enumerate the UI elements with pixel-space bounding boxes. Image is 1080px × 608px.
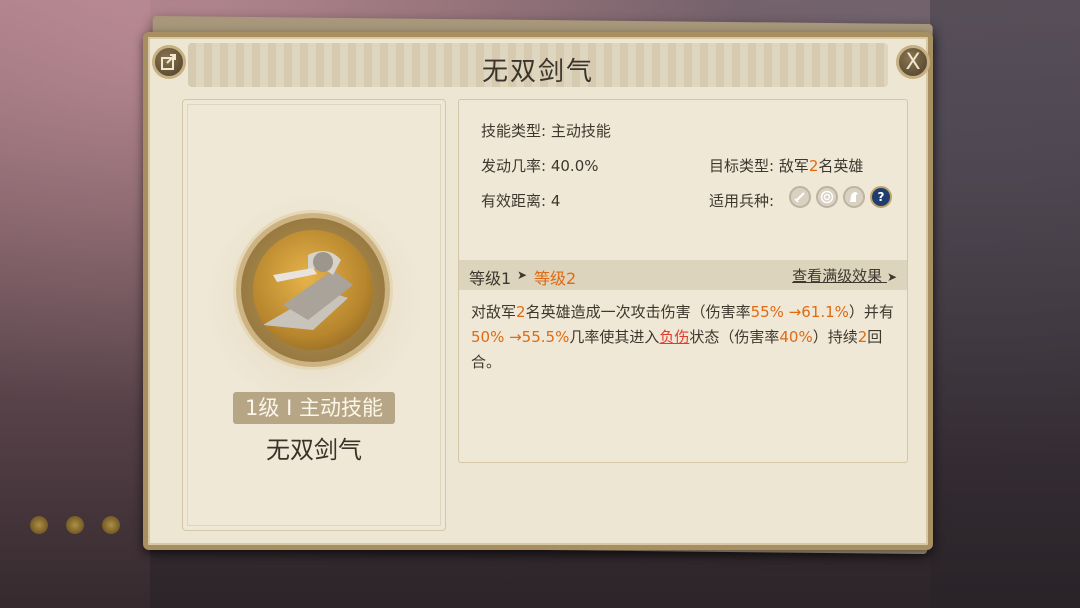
desc-text: 名英雄造成一次攻击伤害（伤害率 [525,303,751,321]
troop-type-label: 适用兵种: [709,192,775,210]
level-current: 等级1 [469,269,512,288]
archery-target-icon[interactable] [816,186,838,208]
trigger-rate-value: 40.0% [550,157,599,175]
target-type-label: 目标类型: [709,157,775,175]
desc-text: ）并有 [848,303,894,321]
skill-info-panel: 技能类型: 主动技能 发动几率: 40.0% 目标类型: 敌军2名英雄 有效距离… [458,99,908,463]
share-button[interactable] [152,45,186,79]
skill-type-value: 主动技能 [550,122,611,140]
share-icon [161,54,176,70]
question-icon[interactable]: ? [870,186,892,208]
debuff-link[interactable]: 负伤 [659,328,689,346]
level-bar: 等级1 ➤ 等级2 查看满级效果 ➤ [459,260,907,290]
skill-card: 1级 I 主动技能 无双剑气 [182,99,446,531]
desc-text: 对敌军 [471,303,517,321]
star-icon [102,516,120,534]
sword-slash-skill-icon [253,230,373,350]
desc-damage-rate: 55% →61.1% [750,303,849,321]
desc-text: 状态（伤害率 [689,328,780,346]
desc-text: ）持续 [812,328,858,346]
chevron-right-icon: ➤ [517,268,528,282]
desc-text: 几率使其进入 [569,328,660,346]
range-value: 4 [550,192,561,210]
chevron-right-icon: ➤ [886,270,897,284]
range-row: 有效距离: 4 [481,190,560,211]
skill-level-badge: 1级 I 主动技能 [233,392,395,424]
target-type-suffix: 名英雄 [818,157,864,175]
star-icon [30,516,48,534]
skill-type-row: 技能类型: 主动技能 [481,120,611,141]
skill-type-label: 技能类型: [481,122,547,140]
view-max-label: 查看满级效果 [792,267,883,285]
target-type-row: 目标类型: 敌军2名英雄 [709,155,863,176]
desc-target-count: 2 [516,303,526,321]
skill-description: 对敌军2名英雄造成一次攻击伤害（伤害率55% →61.1%）并有50% →55.… [471,300,896,375]
skill-dialog: 无双剑气 X 1级 I 主动技能 无双剑气 技能类型: 主动技能 发动几率: 4… [143,32,933,550]
background-right [930,0,1080,608]
troop-type-icons: ? [789,186,892,208]
desc-chance: 50% →55.5% [471,328,570,346]
target-count: 2 [808,157,819,175]
desc-debuff-rate: 40% [779,328,813,346]
view-max-level-link[interactable]: 查看满级效果 ➤ [792,265,897,286]
sword-icon[interactable] [789,186,811,208]
title-bar: 无双剑气 [188,43,888,87]
dialog-title: 无双剑气 [481,57,594,87]
close-button[interactable]: X [896,45,930,79]
range-label: 有效距离: [481,192,547,210]
trigger-rate-row: 发动几率: 40.0% [481,155,599,176]
horse-icon[interactable] [843,186,865,208]
target-type-prefix: 敌军 [778,157,809,175]
close-icon: X [905,49,921,75]
skill-name: 无双剑气 [266,436,362,464]
desc-turns: 2 [857,328,868,346]
trigger-rate-label: 发动几率: [481,157,547,175]
level-next: 等级2 [534,269,577,288]
skill-icon-frame [241,218,385,362]
star-icon [66,516,84,534]
